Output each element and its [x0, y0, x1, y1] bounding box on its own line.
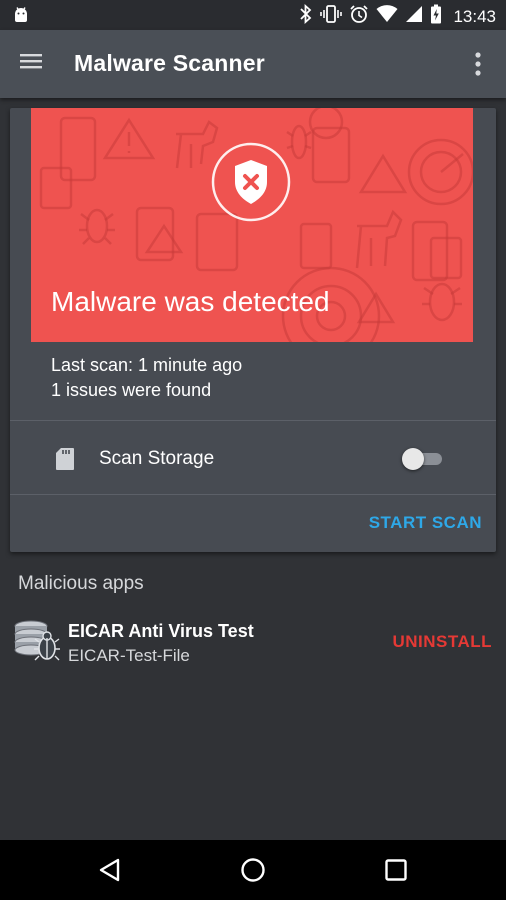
- back-icon[interactable]: [96, 856, 124, 884]
- menu-icon[interactable]: [18, 51, 52, 79]
- scan-storage-toggle[interactable]: [400, 446, 448, 470]
- banner-headline: Malware was detected: [51, 286, 330, 317]
- app-bar: Malware Scanner: [0, 30, 506, 98]
- app-name: EICAR Anti Virus Test: [68, 621, 254, 641]
- scan-storage-label: Scan Storage: [99, 448, 215, 469]
- android-icon: [12, 6, 30, 29]
- scan-result-card: Malware was detected Last scan: 1 minute…: [10, 108, 496, 552]
- signal-icon: [405, 5, 423, 28]
- last-scan-text: Last scan: 1 minute ago: [51, 355, 243, 375]
- toggle-thumb: [402, 448, 424, 470]
- home-icon[interactable]: [239, 856, 267, 884]
- uninstall-button[interactable]: UNINSTALL: [392, 632, 492, 652]
- issues-found-text: 1 issues were found: [51, 380, 212, 400]
- status-bar: 13:43: [0, 0, 506, 30]
- start-scan-button[interactable]: START SCAN: [369, 513, 482, 533]
- vibrate-icon: [320, 4, 343, 29]
- malware-bug-icon: [13, 618, 61, 669]
- sd-card-icon: [55, 447, 75, 476]
- divider: [10, 494, 496, 495]
- status-clock: 13:43: [453, 6, 496, 26]
- nav-bar: [0, 840, 506, 900]
- alarm-icon: [349, 4, 369, 29]
- scan-info: Last scan: 1 minute ago 1 issues were fo…: [51, 353, 242, 403]
- more-vert-icon[interactable]: [474, 51, 488, 79]
- scan-storage-row: Scan Storage: [10, 421, 496, 494]
- shield-x-icon: [211, 142, 291, 222]
- bluetooth-icon: [299, 3, 313, 29]
- malicious-apps-title: Malicious apps: [18, 573, 144, 594]
- battery-icon: [430, 4, 442, 29]
- app-package: EICAR-Test-File: [68, 646, 190, 665]
- wifi-icon: [376, 5, 398, 28]
- list-item[interactable]: EICAR Anti Virus Test EICAR-Test-File UN…: [0, 610, 506, 674]
- page-title: Malware Scanner: [74, 50, 265, 76]
- malware-banner: Malware was detected: [31, 108, 473, 342]
- recents-icon[interactable]: [382, 856, 410, 884]
